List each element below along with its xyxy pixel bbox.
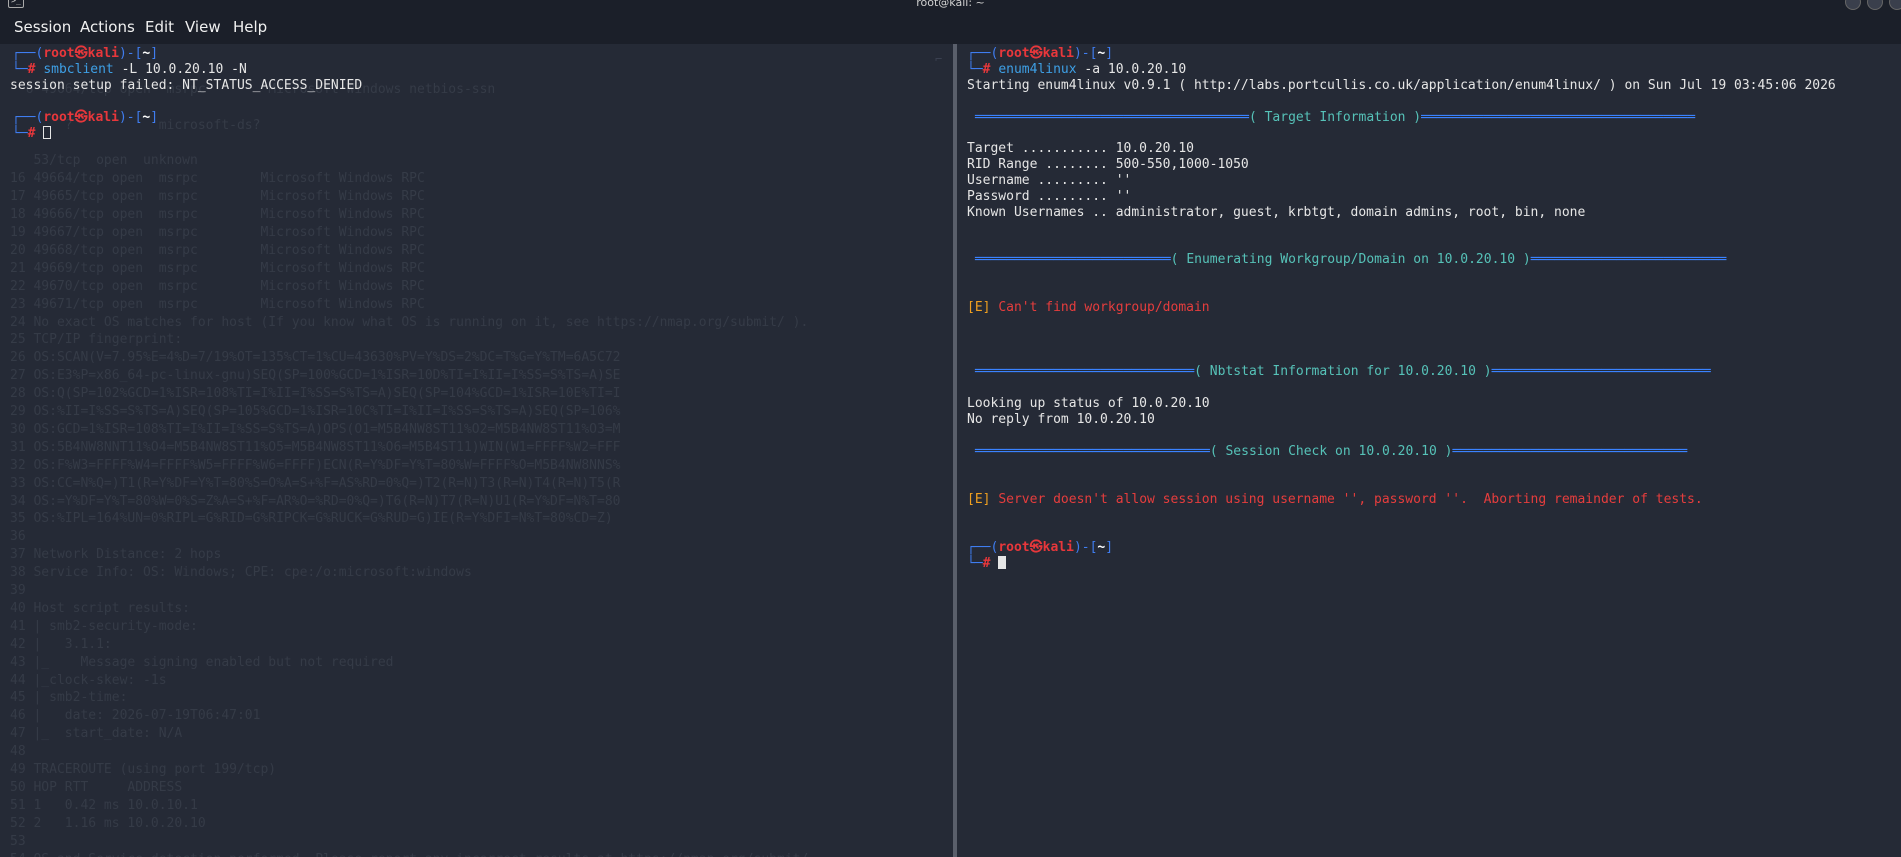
scrollback-line: 27 OS:E3%P=x86_64-pc-linux-gnu)SEQ(SP=10…	[10, 368, 621, 384]
section-banner: ═════════════════════════( Enumerating W…	[975, 252, 1727, 267]
command-args: -a 10.0.20.10	[1076, 62, 1187, 77]
scrollback-line: 16 49664/tcp open msrpc Microsoft Window…	[10, 171, 425, 187]
scrollback-line: 53/tcp open unknown	[10, 153, 198, 169]
scrollback-line: 18 49666/tcp open msrpc Microsoft Window…	[10, 207, 425, 223]
output-line: Looking up status of 10.0.20.10	[967, 396, 1210, 411]
scrollback-line: 33 OS:CC=N%Q=)T1(R=Y%DF=Y%T=80%S=O%A=S+%…	[10, 475, 621, 491]
scrollback-line: 28 OS:Q(SP=102%GCD=1%ISR=108%TI=I%II=I%S…	[10, 386, 621, 402]
scrollback-line: 50 HOP RTT ADDRESS	[10, 779, 183, 795]
scrollback-line: 46 | date: 2026-07-19T06:47:01	[10, 708, 261, 724]
scrollback-line: 38 Service Info: OS: Windows; CPE: cpe:/…	[10, 565, 472, 581]
error-line: [E] Server doesn't allow session using u…	[967, 492, 1703, 507]
menu-bar: Session Actions Edit View Help	[0, 10, 1901, 44]
scrollback-line: 40 Host script results:	[10, 600, 191, 616]
prompt-line: ┌──(root㉿kali)-[~]	[12, 110, 159, 125]
window-titlebar: >_ root@kali: ~	[0, 0, 1901, 10]
window-title: root@kali: ~	[916, 0, 985, 9]
scrollback-line: 49 TRACEROUTE (using port 199/tcp)	[10, 762, 277, 777]
command-name: enum4linux	[998, 62, 1077, 77]
text-cursor	[43, 126, 52, 139]
scrollback-line: 36	[10, 529, 26, 545]
section-banner: ════════════════════════════( Nbtstat In…	[975, 364, 1711, 379]
output-line: RID Range ........ 500-550,1000-1050	[967, 157, 1249, 172]
scrollback-line: 44 |_clock-skew: -1s	[10, 672, 167, 688]
text-cursor	[998, 556, 1007, 569]
scrollback-line: 41 | smb2-security-mode:	[10, 618, 198, 634]
scrollback-line: 34 OS:=Y%DF=Y%T=80%W=0%S=Z%A=S+%F=AR%O=%…	[10, 493, 621, 509]
scrollback-line: 25 TCP/IP fingerprint:	[10, 332, 183, 348]
output-line: Starting enum4linux v0.9.1 ( http://labs…	[967, 78, 1836, 93]
prompt-line: ┌──(root㉿kali)-[~]	[12, 46, 159, 61]
scrollback-line: 17 49665/tcp open msrpc Microsoft Window…	[10, 189, 425, 205]
scrollback-line: 39	[10, 583, 26, 598]
terminal-pane-left[interactable]: 6 49664/tcp open msrpc Microsoft Windows…	[0, 44, 953, 857]
menu-view[interactable]: View	[185, 18, 221, 36]
scrollback-line: 29 OS:%II=I%SS=S%TS=A)SEQ(SP=105%GCD=1%I…	[10, 404, 621, 419]
menu-edit[interactable]: Edit	[145, 18, 174, 36]
output-line: No reply from 10.0.20.10	[967, 412, 1155, 427]
output-line: Password ......... ''	[967, 189, 1132, 204]
scrollback-line: 21 49669/tcp open msrpc Microsoft Window…	[10, 260, 425, 276]
scrollback-line: 31 OS:5B4NW8NNT11%O4=M5B4NW8ST11%O5=M5B4…	[10, 439, 621, 455]
scrollback-line: 19 49667/tcp open msrpc Microsoft Window…	[10, 225, 425, 240]
command-line: └─# smbclient -L 10.0.20.10 -N	[12, 62, 247, 77]
prompt-line: ┌──(root㉿kali)-[~]	[967, 540, 1114, 555]
scrollback-line: 32 OS:F%W3=FFFF%W4=FFFF%W5=FFFF%W6=FFFF)…	[10, 457, 621, 473]
error-line: [E] Can't find workgroup/domain	[967, 300, 1210, 315]
scrollback-line: 43 |_ Message signing enabled but not re…	[10, 654, 394, 670]
pane-corner-icon: ⌐	[935, 52, 943, 66]
command-name: smbclient	[43, 62, 114, 77]
command-line: └─# enum4linux -a 10.0.20.10	[967, 62, 1187, 77]
scrollback-line: 53	[10, 833, 26, 849]
command-args: -L 10.0.20.10 -N	[113, 62, 247, 77]
menu-actions[interactable]: Actions	[80, 18, 135, 36]
scrollback-line: 51 1 0.42 ms 10.0.10.1	[10, 797, 198, 813]
input-line[interactable]: └─#	[12, 126, 52, 142]
scrollback-line: 20 49668/tcp open msrpc Microsoft Window…	[10, 242, 425, 258]
scrollback-line: 35 OS:%IPL=164%UN=0%RIPL=G%RID=G%RIPCK=G…	[10, 511, 613, 527]
scrollback-line: 24 No exact OS matches for host (If you …	[10, 314, 809, 330]
scrollback-line: 22 49670/tcp open msrpc Microsoft Window…	[10, 278, 425, 294]
scrollback-line: 54 OS and Service detection performed. P…	[10, 852, 824, 857]
scrollback-line: 48	[10, 744, 26, 760]
section-banner: ══════════════════════════════( Session …	[975, 444, 1688, 459]
scrollback-line: 47 |_ start_date: N/A	[10, 726, 183, 742]
prompt-line: ┌──(root㉿kali)-[~]	[967, 46, 1114, 61]
input-line[interactable]: └─#	[967, 556, 1007, 572]
menu-session[interactable]: Session	[14, 18, 71, 36]
scrollback-line: 26 OS:SCAN(V=7.95%E=4%D=7/19%OT=135%CT=1…	[10, 350, 621, 366]
output-line: Target ........... 10.0.20.10	[967, 141, 1194, 156]
scrollback-line: 30 OS:GCD=1%ISR=108%TI=I%II=I%SS=S%TS=A)…	[10, 421, 621, 437]
output-line: Username ......... ''	[967, 173, 1132, 188]
scrollback-line: 23 49671/tcp open msrpc Microsoft Window…	[10, 296, 425, 312]
terminal-pane-right[interactable]: ┌──(root㉿kali)-[~] └─# enum4linux -a 10.…	[957, 44, 1901, 857]
section-banner: ═══════════════════════════════════( Tar…	[975, 110, 1696, 125]
output-line: session setup failed: NT_STATUS_ACCESS_D…	[10, 78, 363, 93]
output-line: Known Usernames .. administrator, guest,…	[967, 205, 1586, 220]
scrollback-line: 37 Network Distance: 2 hops	[10, 547, 222, 563]
scrollback-line: 42 | 3.1.1:	[10, 636, 112, 652]
menu-help[interactable]: Help	[233, 18, 267, 36]
scrollback-line: 52 2 1.16 ms 10.0.20.10	[10, 815, 206, 831]
scrollback-line: 45 | smb2-time:	[10, 690, 128, 706]
